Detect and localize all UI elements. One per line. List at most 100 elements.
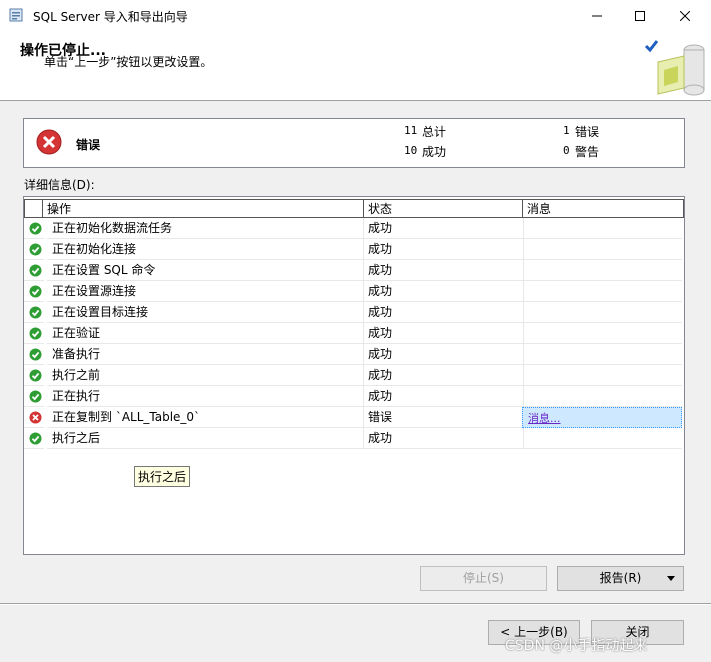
footer-separator — [0, 603, 711, 605]
success-icon — [29, 306, 42, 319]
row-message — [522, 302, 682, 323]
minimize-button[interactable] — [574, 0, 619, 31]
maximize-icon — [634, 10, 645, 21]
column-header-message[interactable]: 消息 — [522, 199, 684, 218]
row-message — [522, 323, 682, 344]
tooltip: 执行之后 — [134, 466, 191, 487]
success-icon — [29, 327, 42, 340]
column-header-status[interactable]: 状态 — [363, 199, 523, 218]
row-message — [522, 260, 682, 281]
success-label: 成功 — [422, 145, 447, 159]
details-grid[interactable]: 操作 状态 消息 正在初始化数据流任务 成功 正在初始化连接 成功 正在设置 SQL 命… — [23, 196, 685, 555]
row-message — [522, 344, 682, 365]
window-title: SQL Server 导入和导出向导 — [33, 10, 188, 24]
table-row[interactable]: 准备执行 成功 — [24, 344, 684, 365]
row-status-icon-cell — [24, 428, 44, 449]
row-status-icon-cell — [24, 281, 44, 302]
title-bar: SQL Server 导入和导出向导 — [0, 0, 711, 31]
row-status: 成功 — [364, 218, 524, 239]
row-action: 正在执行 — [47, 386, 364, 407]
row-message — [522, 239, 682, 260]
row-status-icon-cell — [24, 323, 44, 344]
close-window-button[interactable] — [662, 0, 707, 31]
page-subtitle: 单击“上一步”按钮以更改设置。 — [44, 55, 213, 69]
row-action: 准备执行 — [47, 344, 364, 365]
row-message — [522, 386, 682, 407]
row-action: 正在验证 — [47, 323, 364, 344]
column-header-icon[interactable] — [24, 199, 43, 218]
row-status: 成功 — [364, 260, 524, 281]
row-status-icon-cell — [24, 407, 44, 428]
row-status: 成功 — [364, 365, 524, 386]
table-row[interactable]: 正在复制到 `ALL_Table_0` 错误 消息... — [24, 407, 684, 428]
grid-header: 操作 状态 消息 — [24, 199, 684, 218]
report-button-label: 报告(R) — [599, 571, 642, 585]
row-status: 成功 — [364, 428, 524, 449]
row-action: 正在设置源连接 — [47, 281, 364, 302]
error-count: 1 — [563, 124, 570, 137]
column-header-action[interactable]: 操作 — [42, 199, 364, 218]
report-button[interactable]: 报告(R) — [557, 566, 684, 591]
success-count: 10 — [404, 144, 418, 157]
table-row[interactable]: 正在设置目标连接 成功 — [24, 302, 684, 323]
table-row[interactable]: 正在初始化连接 成功 — [24, 239, 684, 260]
total-label: 总计 — [422, 125, 447, 139]
error-icon — [36, 129, 62, 155]
row-status-icon-cell — [24, 218, 44, 239]
warning-label: 警告 — [575, 145, 600, 159]
row-action: 执行之后 — [47, 428, 364, 449]
table-row[interactable]: 正在验证 成功 — [24, 323, 684, 344]
row-message[interactable]: 消息... — [522, 407, 682, 428]
row-message — [522, 428, 682, 449]
table-row[interactable]: 正在初始化数据流任务 成功 — [24, 218, 684, 239]
warning-count: 0 — [563, 144, 570, 157]
details-label: 详细信息(D): — [24, 178, 95, 192]
success-icon — [29, 348, 42, 361]
row-status-icon-cell — [24, 386, 44, 407]
watermark: CSDN @小手指动起来 — [505, 638, 648, 654]
summary-status-label: 错误 — [76, 138, 101, 152]
success-icon — [29, 243, 42, 256]
close-icon — [679, 10, 690, 21]
total-count: 11 — [404, 124, 418, 137]
app-icon — [9, 8, 23, 22]
dropdown-arrow-icon[interactable] — [667, 576, 675, 581]
wizard-header: 操作已停止... 单击“上一步”按钮以更改设置。 — [0, 31, 711, 101]
minimize-icon — [591, 15, 602, 16]
row-status: 错误 — [364, 407, 524, 428]
table-row[interactable]: 正在设置 SQL 命令 成功 — [24, 260, 684, 281]
table-row[interactable]: 执行之后 成功 — [24, 428, 684, 449]
row-status-icon-cell — [24, 344, 44, 365]
success-icon — [29, 432, 42, 445]
row-status-icon-cell — [24, 302, 44, 323]
success-icon — [29, 369, 42, 382]
row-action: 正在设置 SQL 命令 — [47, 260, 364, 281]
row-status: 成功 — [364, 386, 524, 407]
row-status: 成功 — [364, 344, 524, 365]
success-icon — [29, 264, 42, 277]
row-status: 成功 — [364, 281, 524, 302]
table-row[interactable]: 执行之前 成功 — [24, 365, 684, 386]
stop-button[interactable]: 停止(S) — [420, 566, 547, 591]
wizard-graphic-icon — [644, 40, 705, 96]
row-status-icon-cell — [24, 260, 44, 281]
maximize-button[interactable] — [617, 0, 662, 31]
error-label: 错误 — [575, 125, 600, 139]
message-link[interactable]: 消息... — [528, 412, 561, 425]
row-status: 成功 — [364, 323, 524, 344]
row-action: 执行之前 — [47, 365, 364, 386]
row-status-icon-cell — [24, 239, 44, 260]
table-row[interactable]: 正在设置源连接 成功 — [24, 281, 684, 302]
row-message — [522, 281, 682, 302]
row-action: 正在复制到 `ALL_Table_0` — [47, 407, 364, 428]
summary-panel: 错误 11 总计 10 成功 1 错误 0 警告 — [23, 118, 685, 168]
row-action: 正在设置目标连接 — [47, 302, 364, 323]
row-status: 成功 — [364, 239, 524, 260]
row-action: 正在初始化连接 — [47, 239, 364, 260]
row-status: 成功 — [364, 302, 524, 323]
success-icon — [29, 285, 42, 298]
row-message — [522, 365, 682, 386]
table-row[interactable]: 正在执行 成功 — [24, 386, 684, 407]
success-icon — [29, 390, 42, 403]
wizard-window: SQL Server 导入和导出向导 操作已停止... 单击“上一步”按钮以更改… — [0, 0, 711, 662]
